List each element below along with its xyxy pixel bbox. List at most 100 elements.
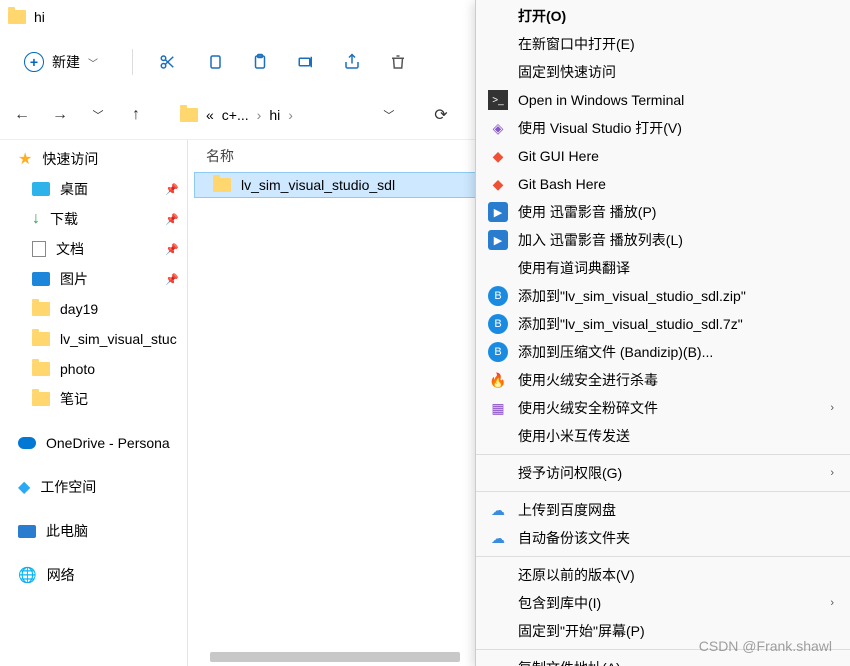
git-icon: ◆ — [488, 174, 508, 194]
sidebar-lvsim[interactable]: lv_sim_visual_stuc — [0, 324, 187, 354]
refresh-button[interactable]: ⟳ — [431, 105, 451, 125]
scrollbar[interactable] — [210, 652, 460, 662]
ctx-git-bash[interactable]: ◆Git Bash Here — [476, 170, 850, 198]
breadcrumb[interactable]: « c+... › hi › — [172, 103, 301, 127]
sidebar-notes[interactable]: 笔记 — [0, 384, 187, 414]
ctx-baidu-backup[interactable]: ☁自动备份该文件夹 — [476, 524, 850, 552]
ctx-visual-studio[interactable]: ◈使用 Visual Studio 打开(V) — [476, 114, 850, 142]
sidebar-workspace[interactable]: ◆工作空间 — [0, 472, 187, 502]
separator — [132, 49, 133, 75]
sidebar-pictures[interactable]: 图片📌 — [0, 264, 187, 294]
pin-icon: 📌 — [165, 183, 179, 196]
chevron-right-icon: › — [288, 107, 293, 123]
ctx-open[interactable]: 打开(O) — [476, 2, 850, 30]
ctx-thunder-play[interactable]: ▶使用 迅雷影音 播放(P) — [476, 198, 850, 226]
bandizip-icon: B — [488, 314, 508, 334]
ctx-restore-previous[interactable]: 还原以前的版本(V) — [476, 561, 850, 589]
watermark: CSDN @Frank.shawl — [699, 638, 832, 654]
context-menu: 打开(O) 在新窗口中打开(E) 固定到快速访问 >_Open in Windo… — [475, 0, 850, 666]
plus-icon: + — [24, 52, 44, 72]
ctx-xiaomi[interactable]: 使用小米互传发送 — [476, 422, 850, 450]
pin-icon: 📌 — [165, 243, 179, 256]
terminal-icon: >_ — [488, 90, 508, 110]
ctx-add-7z[interactable]: B添加到"lv_sim_visual_studio_sdl.7z" — [476, 310, 850, 338]
sidebar-onedrive[interactable]: OneDrive - Persona — [0, 428, 187, 458]
baidu-icon: ☁ — [488, 528, 508, 548]
download-icon: ↓ — [32, 210, 40, 228]
shred-icon: ▦ — [488, 398, 508, 418]
huorong-icon: 🔥 — [488, 370, 508, 390]
share-icon[interactable] — [341, 51, 363, 73]
thunder-icon: ▶ — [488, 202, 508, 222]
ctx-pin-quick[interactable]: 固定到快速访问 — [476, 58, 850, 86]
pc-icon — [18, 525, 36, 538]
document-icon — [32, 241, 46, 257]
pin-icon: 📌 — [165, 213, 179, 226]
address-dropdown[interactable]: ﹀ — [379, 107, 399, 123]
onedrive-icon — [18, 437, 36, 449]
sidebar-documents[interactable]: 文档📌 — [0, 234, 187, 264]
thunder-icon: ▶ — [488, 230, 508, 250]
ctx-git-gui[interactable]: ◆Git GUI Here — [476, 142, 850, 170]
separator — [476, 454, 850, 455]
chevron-down-icon: ﹀ — [88, 55, 98, 70]
picture-icon — [32, 272, 50, 286]
pin-icon: 📌 — [165, 273, 179, 286]
separator — [476, 491, 850, 492]
sidebar-network[interactable]: 🌐网络 — [0, 560, 187, 590]
visualstudio-icon: ◈ — [488, 118, 508, 138]
sidebar-desktop[interactable]: 桌面📌 — [0, 174, 187, 204]
ctx-add-zip[interactable]: B添加到"lv_sim_visual_studio_sdl.zip" — [476, 282, 850, 310]
git-icon: ◆ — [488, 146, 508, 166]
folder-icon — [32, 332, 50, 346]
cut-icon[interactable] — [157, 51, 179, 73]
window-folder-icon — [8, 10, 26, 24]
ctx-grant-access[interactable]: 授予访问权限(G)› — [476, 459, 850, 487]
submenu-arrow-icon: › — [830, 467, 834, 479]
submenu-arrow-icon: › — [830, 402, 834, 414]
sidebar-quick-access[interactable]: ★快速访问 — [0, 144, 187, 174]
baidu-icon: ☁ — [488, 500, 508, 520]
folder-icon — [32, 362, 50, 376]
copy-icon[interactable] — [203, 51, 225, 73]
ctx-open-new-window[interactable]: 在新窗口中打开(E) — [476, 30, 850, 58]
back-button[interactable]: ← — [12, 106, 32, 124]
sidebar-downloads[interactable]: ↓下载📌 — [0, 204, 187, 234]
folder-icon — [32, 302, 50, 316]
file-name: lv_sim_visual_studio_sdl — [241, 177, 395, 193]
folder-icon — [32, 392, 50, 406]
sidebar-day19[interactable]: day19 — [0, 294, 187, 324]
ctx-bandizip[interactable]: B添加到压缩文件 (Bandizip)(B)... — [476, 338, 850, 366]
folder-icon — [213, 178, 231, 192]
rename-icon[interactable] — [295, 51, 317, 73]
separator — [476, 556, 850, 557]
sidebar-photo[interactable]: photo — [0, 354, 187, 384]
submenu-arrow-icon: › — [830, 597, 834, 609]
crumb-part[interactable]: hi — [269, 107, 280, 123]
bandizip-icon: B — [488, 286, 508, 306]
recent-dropdown[interactable]: ﹀ — [88, 107, 108, 123]
ctx-huorong-scan[interactable]: 🔥使用火绒安全进行杀毒 — [476, 366, 850, 394]
delete-icon[interactable] — [387, 51, 409, 73]
sidebar: ★快速访问 桌面📌 ↓下载📌 文档📌 图片📌 day19 lv_sim_visu… — [0, 140, 188, 666]
sidebar-thispc[interactable]: 此电脑 — [0, 516, 187, 546]
up-button[interactable]: ↑ — [126, 106, 146, 124]
new-label: 新建 — [52, 52, 80, 72]
workspace-icon: ◆ — [18, 477, 30, 497]
ctx-thunder-list[interactable]: ▶加入 迅雷影音 播放列表(L) — [476, 226, 850, 254]
chevron-right-icon: › — [257, 107, 262, 123]
paste-icon[interactable] — [249, 51, 271, 73]
ctx-include-library[interactable]: 包含到库中(I)› — [476, 589, 850, 617]
forward-button[interactable]: → — [50, 106, 70, 124]
new-button[interactable]: + 新建 ﹀ — [14, 46, 108, 78]
ctx-youdao[interactable]: 使用有道词典翻译 — [476, 254, 850, 282]
desktop-icon — [32, 182, 50, 196]
ctx-copy-address[interactable]: 复制文件地址(A) — [476, 654, 850, 666]
ctx-huorong-shred[interactable]: ▦使用火绒安全粉碎文件› — [476, 394, 850, 422]
star-icon: ★ — [18, 149, 32, 169]
crumb-part[interactable]: c+... — [222, 107, 249, 123]
crumb-overflow[interactable]: « — [206, 107, 214, 123]
bandizip-icon: B — [488, 342, 508, 362]
ctx-baidu-upload[interactable]: ☁上传到百度网盘 — [476, 496, 850, 524]
ctx-windows-terminal[interactable]: >_Open in Windows Terminal — [476, 86, 850, 114]
